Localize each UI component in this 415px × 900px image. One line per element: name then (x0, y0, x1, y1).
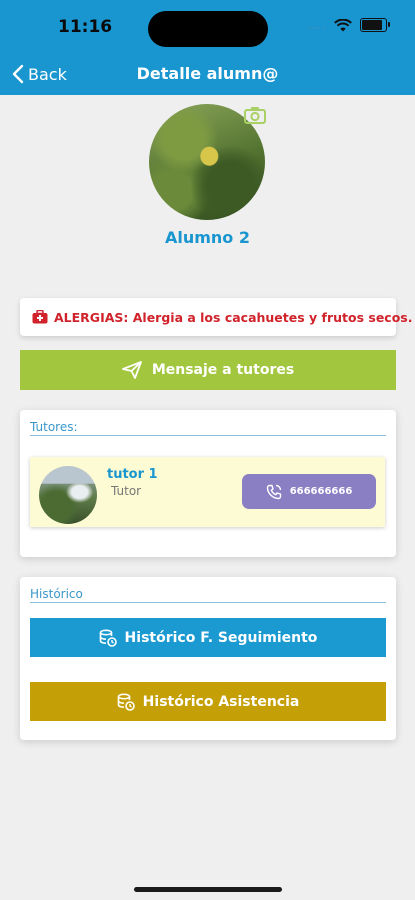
tutor-role: Tutor (111, 484, 142, 498)
tutor-item: tutor 1 Tutor 666666666 (30, 457, 385, 527)
allergy-alert: ALERGIAS: Alergia a los cacahuetes y fru… (20, 298, 412, 336)
allergy-text: ALERGIAS: Alergia a los cacahuetes y fru… (54, 309, 413, 325)
tutor-avatar (39, 466, 97, 524)
message-tutors-button[interactable]: Mensaje a tutores (20, 350, 396, 390)
tutor-phone: 666666666 (289, 486, 353, 497)
database-history-icon (117, 692, 135, 711)
history-attendance-button[interactable]: Histórico Asistencia (30, 682, 386, 721)
medical-kit-icon (32, 310, 48, 324)
send-icon (121, 361, 142, 379)
database-history-icon (99, 628, 117, 647)
message-tutors-label: Mensaje a tutores (151, 362, 295, 378)
battery-icon (360, 18, 390, 32)
signal-dots: .... (308, 18, 326, 32)
home-indicator[interactable] (134, 887, 282, 892)
history-card: Histórico Histórico F. Seguimiento Histó… (20, 577, 396, 740)
student-name: Alumno 2 (164, 228, 250, 247)
divider (30, 602, 386, 603)
call-tutor-button[interactable]: 666666666 (242, 474, 376, 509)
header-bar: 11:16 .... Back Detalle alumn@ (0, 0, 415, 95)
page-title: Detalle alumn@ (136, 64, 279, 83)
tutors-card: Tutores: tutor 1 Tutor 666666666 (20, 410, 396, 557)
status-icons: .... (308, 18, 390, 32)
wifi-icon (334, 18, 352, 31)
camera-icon[interactable] (244, 106, 266, 124)
phone-icon (266, 484, 281, 499)
history-attendance-label: Histórico Asistencia (142, 693, 300, 710)
status-time: 11:16 (58, 17, 113, 37)
history-title: Histórico (30, 587, 83, 601)
history-followup-label: Histórico F. Seguimiento (124, 629, 318, 646)
history-followup-button[interactable]: Histórico F. Seguimiento (30, 618, 386, 657)
divider (30, 435, 386, 436)
tutor-name: tutor 1 (107, 467, 158, 482)
tutors-title: Tutores: (30, 420, 78, 434)
dynamic-island (148, 11, 268, 47)
